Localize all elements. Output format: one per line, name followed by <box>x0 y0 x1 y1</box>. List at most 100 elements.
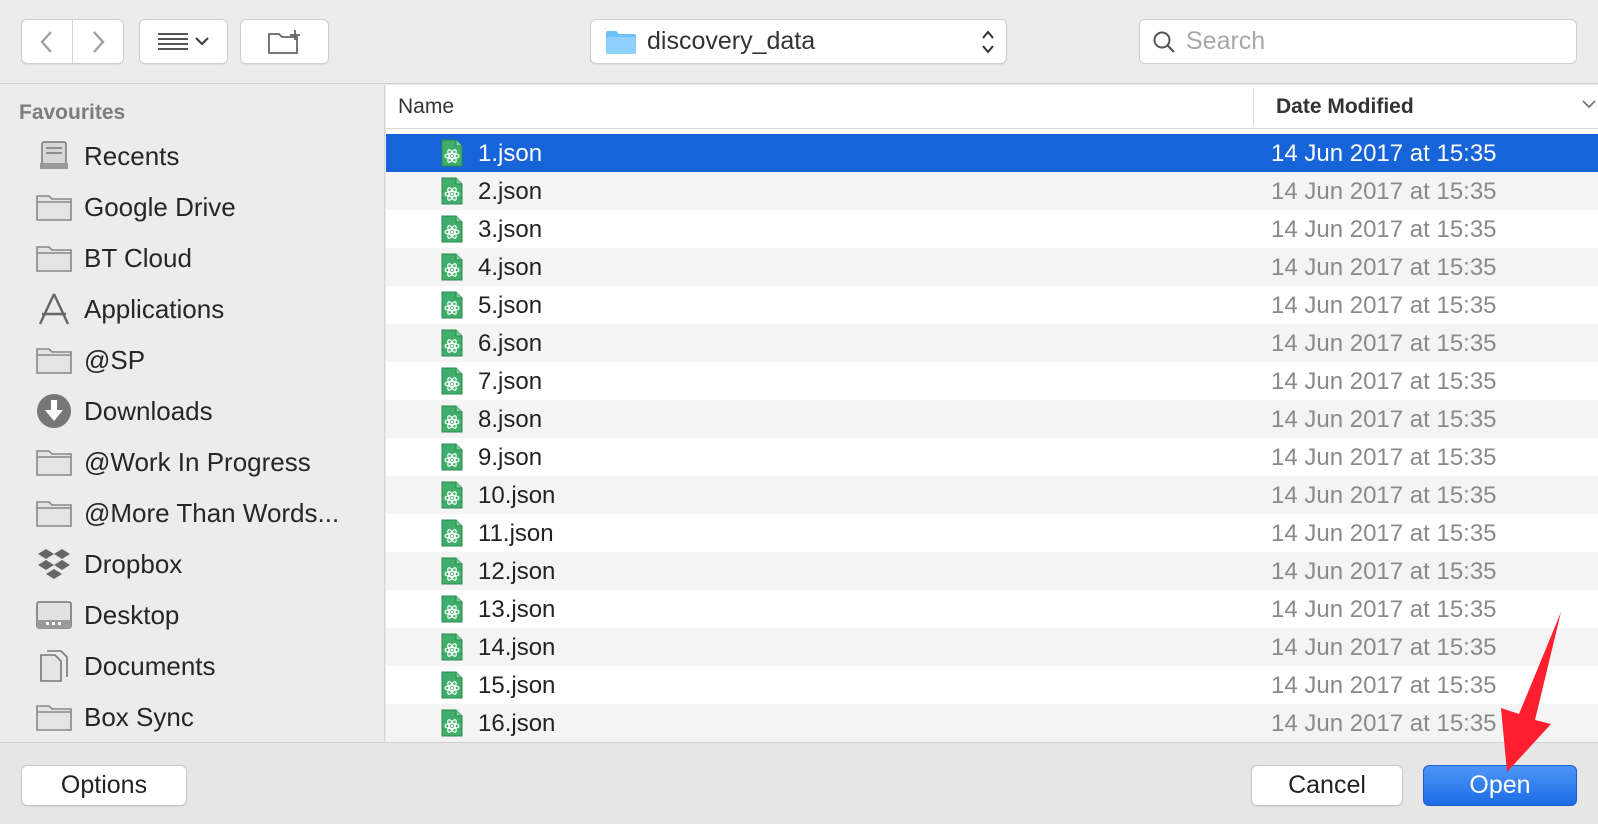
file-name: 10.json <box>478 482 556 509</box>
json-file-icon <box>441 633 463 661</box>
file-rows: 1.json 14 Jun 2017 at 15:35 2.json 14 Jun 2… <box>386 134 1598 742</box>
folder-icon <box>34 493 74 533</box>
json-file-icon <box>441 595 463 623</box>
file-row[interactable]: 6.json 14 Jun 2017 at 15:35 <box>386 324 1598 362</box>
file-name: 13.json <box>478 596 556 623</box>
file-date-modified: 14 Jun 2017 at 15:35 <box>1271 178 1497 205</box>
view-options-button[interactable] <box>139 19 228 64</box>
options-button[interactable]: Options <box>21 765 187 806</box>
sidebar-item-desktop[interactable]: Desktop <box>0 590 384 640</box>
dropbox-icon <box>34 544 74 584</box>
file-name: 16.json <box>478 710 556 737</box>
file-name: 15.json <box>478 672 556 699</box>
json-file-icon <box>441 481 463 509</box>
file-name: 11.json <box>478 520 554 547</box>
column-header: Name Date Modified <box>386 85 1598 129</box>
json-file-icon <box>441 177 463 205</box>
sidebar-item-label: Recents <box>84 140 180 171</box>
list-view-icon <box>157 32 209 50</box>
sidebar-item-work-in-progress[interactable]: @Work In Progress <box>0 437 384 487</box>
sidebar-item-label: @Work In Progress <box>84 446 311 477</box>
file-row[interactable]: 15.json 14 Jun 2017 at 15:35 <box>386 666 1598 704</box>
sidebar-item-applications[interactable]: Applications <box>0 284 384 334</box>
chevron-left-icon <box>40 30 52 53</box>
file-row[interactable]: 3.json 14 Jun 2017 at 15:35 <box>386 210 1598 248</box>
file-date-modified: 14 Jun 2017 at 15:35 <box>1271 558 1497 585</box>
json-file-icon <box>441 253 463 281</box>
new-folder-button[interactable] <box>240 19 329 64</box>
file-row[interactable]: 14.json 14 Jun 2017 at 15:35 <box>386 628 1598 666</box>
file-row[interactable]: 4.json 14 Jun 2017 at 15:35 <box>386 248 1598 286</box>
json-file-icon <box>441 671 463 699</box>
file-row[interactable]: 16.json 14 Jun 2017 at 15:35 <box>386 704 1598 742</box>
file-row[interactable]: 2.json 14 Jun 2017 at 15:35 <box>386 172 1598 210</box>
file-name: 9.json <box>478 444 543 471</box>
file-row[interactable]: 11.json 14 Jun 2017 at 15:35 <box>386 514 1598 552</box>
file-row[interactable]: 7.json 14 Jun 2017 at 15:35 <box>386 362 1598 400</box>
file-date-modified: 14 Jun 2017 at 15:35 <box>1271 254 1497 281</box>
file-name: 2.json <box>478 178 543 205</box>
json-file-icon <box>441 557 463 585</box>
file-name: 3.json <box>478 216 543 243</box>
sidebar-item-recents[interactable]: Recents <box>0 131 384 181</box>
folder-icon <box>34 442 74 482</box>
date-modified-column-header[interactable]: Date Modified <box>1276 95 1414 119</box>
up-down-chevron-icon <box>982 30 994 54</box>
folder-icon <box>606 30 636 54</box>
file-date-modified: 14 Jun 2017 at 15:35 <box>1271 634 1497 661</box>
file-name: 1.json <box>478 140 543 167</box>
sidebar-item-label: Box Sync <box>84 701 194 732</box>
file-row[interactable]: 8.json 14 Jun 2017 at 15:35 <box>386 400 1598 438</box>
search-input[interactable] <box>1184 26 1564 57</box>
json-file-icon <box>441 139 463 167</box>
forward-button[interactable] <box>72 20 123 63</box>
sidebar-item-label: @SP <box>84 344 146 375</box>
file-name: 14.json <box>478 634 556 661</box>
nav-buttons <box>21 19 124 64</box>
sidebar: Favourites Recents Google Drive BT Cloud <box>0 85 385 742</box>
json-file-icon <box>441 329 463 357</box>
sidebar-item-label: @More Than Words... <box>84 497 340 528</box>
sidebar-item-documents[interactable]: Documents <box>0 641 384 691</box>
file-row[interactable]: 10.json 14 Jun 2017 at 15:35 <box>386 476 1598 514</box>
sidebar-item-sp[interactable]: @SP <box>0 335 384 385</box>
sidebar-item-bt-cloud[interactable]: BT Cloud <box>0 233 384 283</box>
file-row[interactable]: 12.json 14 Jun 2017 at 15:35 <box>386 552 1598 590</box>
json-file-icon <box>441 443 463 471</box>
file-date-modified: 14 Jun 2017 at 15:35 <box>1271 482 1497 509</box>
new-folder-icon <box>267 29 300 54</box>
sidebar-item-dropbox[interactable]: Dropbox <box>0 539 384 589</box>
json-file-icon <box>441 291 463 319</box>
sidebar-item-box-sync[interactable]: Box Sync <box>0 692 384 742</box>
search-icon <box>1153 31 1175 53</box>
file-date-modified: 14 Jun 2017 at 15:35 <box>1271 672 1497 699</box>
file-row[interactable]: 9.json 14 Jun 2017 at 15:35 <box>386 438 1598 476</box>
documents-icon <box>34 646 74 686</box>
sidebar-item-downloads[interactable]: Downloads <box>0 386 384 436</box>
annotation-arrow-icon <box>1501 612 1561 772</box>
location-popup[interactable]: discovery_data <box>590 19 1007 64</box>
file-date-modified: 14 Jun 2017 at 15:35 <box>1271 292 1497 319</box>
folder-icon <box>34 238 74 278</box>
file-date-modified: 14 Jun 2017 at 15:35 <box>1271 596 1497 623</box>
cancel-button[interactable]: Cancel <box>1251 765 1403 806</box>
json-file-icon <box>441 519 463 547</box>
column-divider[interactable] <box>1253 89 1254 125</box>
applications-icon <box>34 289 74 329</box>
file-row[interactable]: 13.json 14 Jun 2017 at 15:35 <box>386 590 1598 628</box>
file-date-modified: 14 Jun 2017 at 15:35 <box>1271 406 1497 433</box>
folder-icon <box>34 187 74 227</box>
sidebar-item-more-than-words[interactable]: @More Than Words... <box>0 488 384 538</box>
search-field[interactable] <box>1139 19 1577 64</box>
file-date-modified: 14 Jun 2017 at 15:35 <box>1271 140 1497 167</box>
sidebar-item-label: Applications <box>84 293 225 324</box>
sidebar-item-google-drive[interactable]: Google Drive <box>0 182 384 232</box>
file-row[interactable]: 1.json 14 Jun 2017 at 15:35 <box>386 134 1598 172</box>
name-column-header[interactable]: Name <box>398 95 454 119</box>
back-button[interactable] <box>22 20 72 63</box>
file-row[interactable]: 5.json 14 Jun 2017 at 15:35 <box>386 286 1598 324</box>
file-date-modified: 14 Jun 2017 at 15:35 <box>1271 368 1497 395</box>
sort-chevron-icon <box>1582 100 1596 109</box>
sidebar-item-label: Desktop <box>84 599 180 630</box>
location-label: discovery_data <box>647 27 816 55</box>
